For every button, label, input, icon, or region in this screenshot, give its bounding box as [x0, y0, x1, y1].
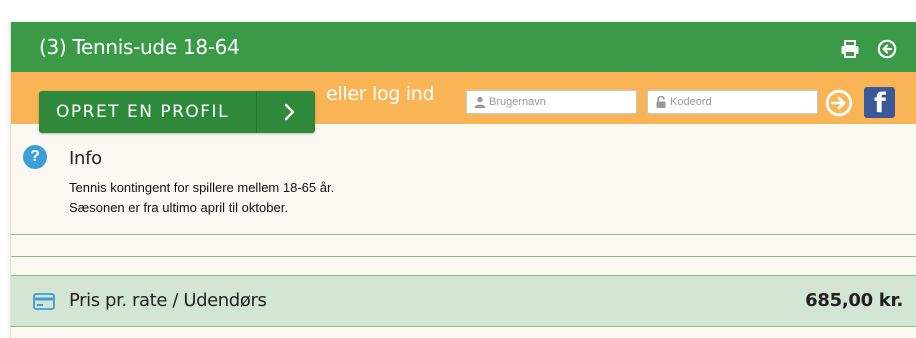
or-login-label: eller log ind — [326, 83, 435, 105]
subscription-panel: (3) Tennis-ude 18-64 eller log ind Bruge… — [10, 22, 916, 338]
button-divider — [256, 91, 257, 133]
print-icon[interactable] — [840, 39, 860, 59]
divider — [11, 256, 916, 257]
info-text-line: Tennis kontingent for spillere mellem 18… — [69, 180, 335, 195]
lock-icon — [656, 96, 666, 108]
username-field[interactable] — [466, 90, 637, 114]
back-circle-icon[interactable] — [877, 39, 897, 59]
create-profile-button[interactable]: OPRET EN PROFIL — [39, 91, 315, 133]
info-text-line: Sæsonen er fra ultimo april til oktober. — [69, 200, 288, 215]
facebook-icon[interactable]: f — [864, 87, 895, 119]
password-field[interactable] — [647, 90, 818, 114]
chevron-right-icon — [284, 103, 295, 121]
create-profile-label: OPRET EN PROFIL — [56, 102, 230, 122]
username-input[interactable] — [489, 93, 633, 111]
divider — [11, 234, 916, 235]
password-input[interactable] — [670, 93, 814, 111]
page-title: (3) Tennis-ude 18-64 — [39, 35, 240, 59]
question-icon: ? — [23, 145, 47, 169]
info-title: Info — [69, 148, 102, 169]
user-icon — [474, 96, 486, 108]
credit-card-icon — [33, 293, 55, 310]
price-label: Pris pr. rate / Udendørs — [69, 290, 267, 311]
price-value: 685,00 kr. — [805, 290, 903, 311]
panel-header: (3) Tennis-ude 18-64 — [11, 22, 916, 72]
arrow-right-circle-icon[interactable] — [825, 89, 853, 117]
price-row: Pris pr. rate / Udendørs 685,00 kr. — [11, 276, 916, 327]
